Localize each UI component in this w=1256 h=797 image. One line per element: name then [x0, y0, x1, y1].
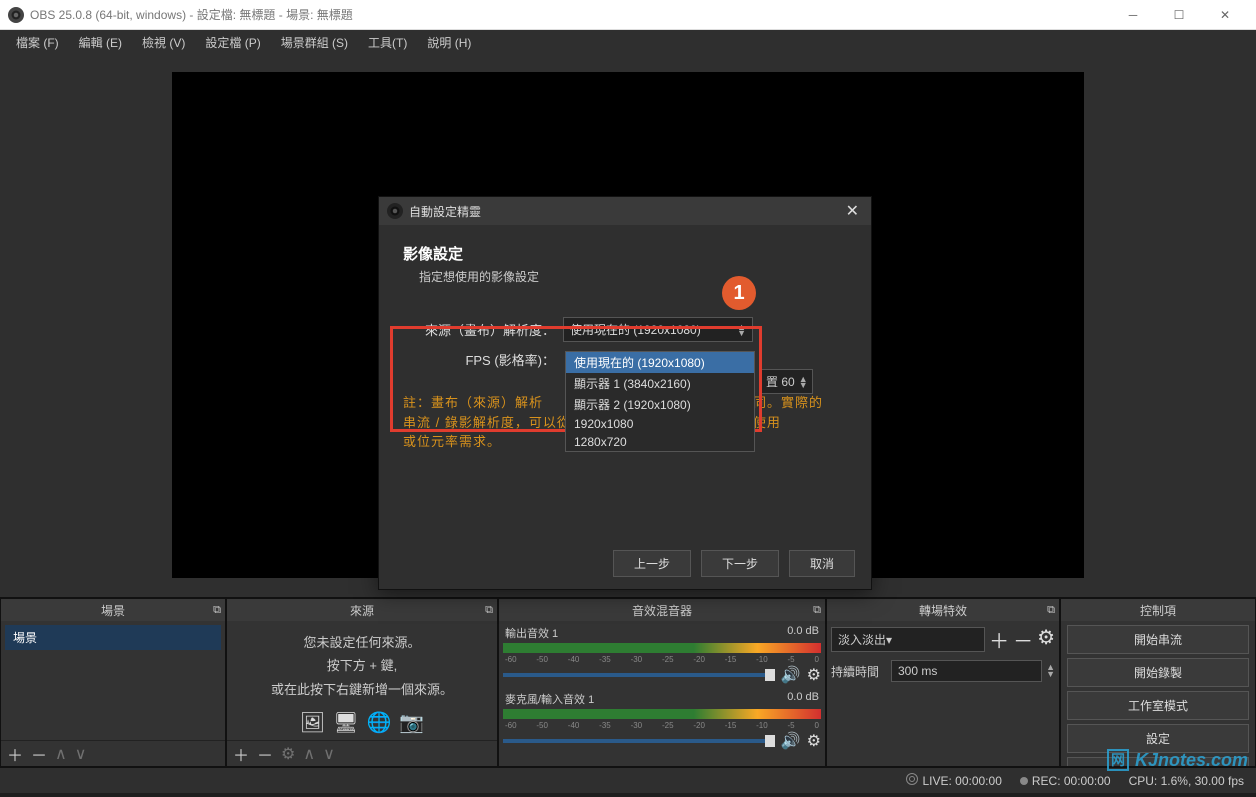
sources-empty-l1: 您未設定任何來源。 [233, 631, 491, 654]
minimize-button[interactable]: ─ [1110, 0, 1156, 30]
source-down-button[interactable]: ∨ [323, 744, 335, 764]
chevron-updown-icon: ▲▼ [737, 324, 746, 336]
popout-icon[interactable]: ⧉ [813, 604, 821, 617]
camera-icon: 📷 [399, 705, 424, 740]
maximize-button[interactable]: ☐ [1156, 0, 1202, 30]
scene-down-button[interactable]: ∨ [75, 744, 87, 764]
section-subtitle: 指定想使用的影像設定 [419, 268, 847, 285]
mixer-title: 音效混音器 [632, 602, 692, 619]
menu-edit[interactable]: 編輯 (E) [69, 31, 132, 54]
studio-mode-button[interactable]: 工作室模式 [1067, 691, 1249, 720]
close-button[interactable]: ✕ [1202, 0, 1248, 30]
window-titlebar: OBS 25.0.8 (64-bit, windows) - 設定檔: 無標題 … [0, 0, 1256, 30]
menu-view[interactable]: 檢視 (V) [132, 31, 195, 54]
annotation-badge: 1 [722, 276, 756, 310]
menu-help[interactable]: 說明 (H) [417, 31, 481, 54]
scenes-dock: 場景 ⧉ 場景 ＋ － ∧ ∨ [0, 598, 226, 767]
gear-icon[interactable]: ⚙ [807, 731, 821, 751]
back-button[interactable]: 上一步 [613, 550, 691, 577]
remove-scene-button[interactable]: － [31, 742, 47, 766]
channel-name: 輸出音效 1 [505, 625, 558, 641]
speaker-icon[interactable]: 🔊 [781, 731, 801, 751]
source-up-button[interactable]: ∧ [303, 744, 315, 764]
sources-empty-l2: 按下方 + 鍵, [233, 654, 491, 677]
dropdown-option[interactable]: 顯示器 1 (3840x2160) [566, 373, 754, 394]
remove-source-button[interactable]: － [257, 742, 273, 766]
menu-tools[interactable]: 工具(T) [358, 31, 417, 54]
auto-config-dialog: 自動設定精靈 ✕ 影像設定 指定想使用的影像設定 來源（畫布）解析度： 使用現在… [378, 196, 872, 590]
obs-icon [387, 203, 403, 219]
next-button[interactable]: 下一步 [701, 550, 779, 577]
channel-name: 麥克風/輸入音效 1 [505, 691, 594, 707]
controls-dock: 控制項 開始串流 開始錄製 工作室模式 設定 離開 [1060, 598, 1256, 767]
mixer-dock: 音效混音器⧉ 輸出音效 10.0 dB -60-50-40-35-30-25-2… [498, 598, 826, 767]
add-scene-button[interactable]: ＋ [7, 742, 23, 766]
sources-dock: 來源⧉ 您未設定任何來源。 按下方 + 鍵, 或在此按下右鍵新增一個來源。 🖼 … [226, 598, 498, 767]
scene-up-button[interactable]: ∧ [55, 744, 67, 764]
source-settings-button[interactable]: ⚙ [281, 744, 295, 764]
gear-icon[interactable]: ⚙ [807, 665, 821, 685]
exit-button[interactable]: 離開 [1067, 757, 1249, 766]
display-icon: 🖥 [333, 705, 358, 740]
globe-icon: 🌐 [366, 705, 391, 740]
dropdown-option[interactable]: 1280x720 [566, 433, 754, 451]
image-icon: 🖼 [300, 705, 325, 740]
settings-button[interactable]: 設定 [1067, 724, 1249, 753]
add-source-button[interactable]: ＋ [233, 742, 249, 766]
menu-profile[interactable]: 設定檔 (P) [195, 31, 270, 54]
rec-status: REC: 00:00:00 [1020, 774, 1111, 788]
resolution-label: 來源（畫布）解析度： [403, 320, 563, 339]
transitions-dock: 轉場特效 ⧉ 淡入淡出▾ ＋ － ⚙ 持續時間 300 ms ▲▼ [826, 598, 1060, 767]
sources-title: 來源 [350, 602, 374, 619]
vu-meter [503, 643, 821, 653]
popout-icon[interactable]: ⧉ [485, 604, 493, 617]
chevron-updown-icon: ▲▼ [799, 376, 808, 388]
broadcast-icon [906, 773, 918, 785]
menu-file[interactable]: 檔案 (F) [6, 31, 69, 54]
transition-settings-button[interactable]: ⚙ [1037, 625, 1055, 654]
remove-transition-button[interactable]: － [1013, 625, 1033, 654]
resolution-select[interactable]: 使用現在的 (1920x1080) ▲▼ [563, 317, 753, 342]
dropdown-option[interactable]: 1920x1080 [566, 415, 754, 433]
popout-icon[interactable]: ⧉ [213, 604, 221, 617]
section-heading: 影像設定 [403, 243, 847, 264]
transition-select[interactable]: 淡入淡出▾ [831, 627, 985, 652]
transitions-title: 轉場特效 [919, 602, 967, 619]
start-stream-button[interactable]: 開始串流 [1067, 625, 1249, 654]
volume-slider[interactable] [503, 673, 775, 677]
dialog-title: 自動設定精靈 [409, 203, 481, 220]
scene-item[interactable]: 場景 [5, 625, 221, 650]
channel-db: 0.0 dB [787, 691, 819, 707]
cpu-status: CPU: 1.6%, 30.00 fps [1129, 774, 1244, 788]
sources-empty-l3: 或在此按下右鍵新增一個來源。 [233, 678, 491, 701]
menu-bar: 檔案 (F) 編輯 (E) 檢視 (V) 設定檔 (P) 場景群組 (S) 工具… [0, 30, 1256, 54]
duration-input[interactable]: 300 ms [891, 660, 1042, 682]
duration-label: 持續時間 [831, 663, 887, 680]
fps-select[interactable]: 置 60 ▲▼ [761, 369, 813, 394]
mixer-channel: 麥克風/輸入音效 10.0 dB -60-50-40-35-30-25-20-1… [503, 691, 821, 751]
add-transition-button[interactable]: ＋ [989, 625, 1009, 654]
controls-title: 控制項 [1140, 602, 1176, 619]
speaker-icon[interactable]: 🔊 [781, 665, 801, 685]
dropdown-option[interactable]: 使用現在的 (1920x1080) [566, 352, 754, 373]
live-status: LIVE: 00:00:00 [906, 773, 1001, 788]
resolution-dropdown: 使用現在的 (1920x1080) 顯示器 1 (3840x2160) 顯示器 … [565, 351, 755, 452]
obs-icon [8, 7, 24, 23]
start-record-button[interactable]: 開始錄製 [1067, 658, 1249, 687]
mixer-channel: 輸出音效 10.0 dB -60-50-40-35-30-25-20-15-10… [503, 625, 821, 685]
window-title: OBS 25.0.8 (64-bit, windows) - 設定檔: 無標題 … [30, 6, 1110, 23]
popout-icon[interactable]: ⧉ [1047, 604, 1055, 617]
fps-label: FPS (影格率)： [403, 350, 563, 369]
dropdown-option[interactable]: 顯示器 2 (1920x1080) [566, 394, 754, 415]
status-bar: LIVE: 00:00:00 REC: 00:00:00 CPU: 1.6%, … [0, 767, 1256, 793]
channel-db: 0.0 dB [787, 625, 819, 641]
close-icon[interactable]: ✕ [842, 201, 863, 221]
vu-meter [503, 709, 821, 719]
volume-slider[interactable] [503, 739, 775, 743]
scenes-title: 場景 [101, 602, 125, 619]
record-dot-icon [1020, 777, 1028, 785]
menu-scene-collection[interactable]: 場景群組 (S) [271, 31, 358, 54]
spinner-icon[interactable]: ▲▼ [1046, 664, 1055, 678]
cancel-button[interactable]: 取消 [789, 550, 855, 577]
